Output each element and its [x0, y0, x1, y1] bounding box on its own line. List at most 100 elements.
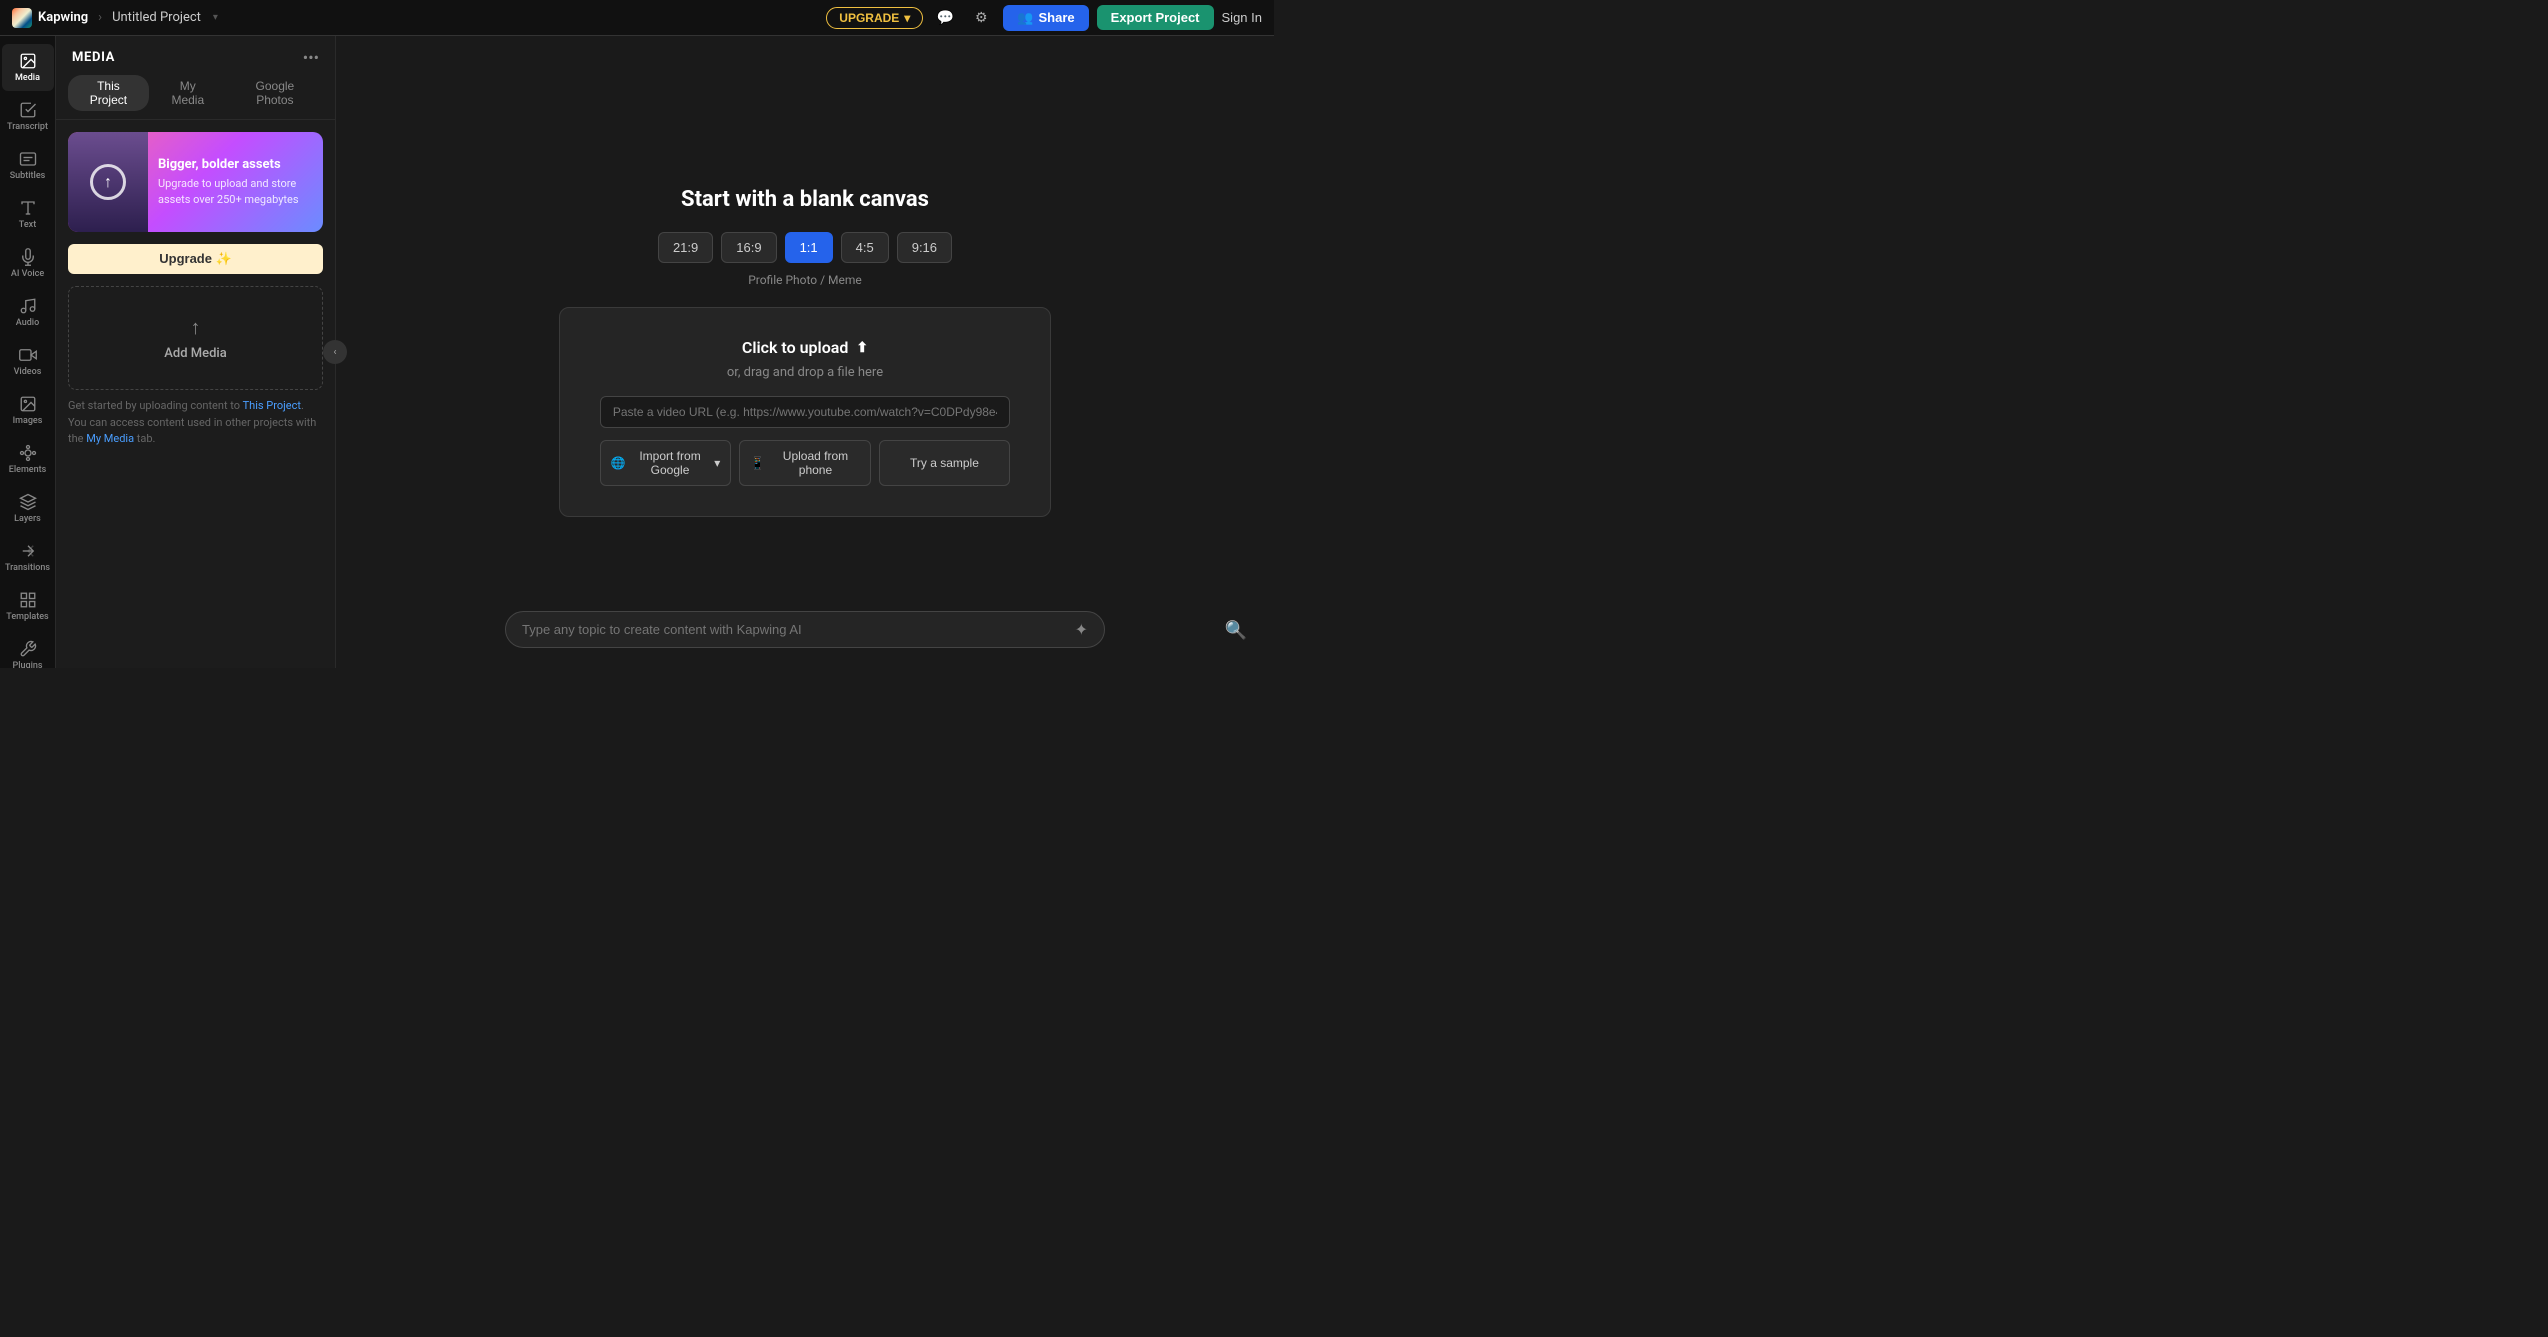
app-logo: Kapwing: [12, 8, 88, 28]
media-panel: MEDIA ••• This Project My Media Google P…: [56, 36, 336, 668]
ratio-btn-21-9[interactable]: 21:9: [658, 232, 713, 263]
sidebar: Media Transcript Subtitles Text AI Voice…: [0, 36, 56, 668]
sidebar-item-audio-label: Audio: [16, 318, 39, 328]
media-panel-menu-icon[interactable]: •••: [303, 48, 319, 67]
ratio-group-9-16: 9:16: [897, 232, 952, 263]
url-input[interactable]: [600, 396, 1010, 428]
sidebar-item-templates[interactable]: Templates: [2, 583, 54, 630]
sidebar-item-layers[interactable]: Layers: [2, 485, 54, 532]
media-panel-header: MEDIA •••: [56, 36, 335, 75]
signin-button[interactable]: Sign In: [1222, 10, 1262, 25]
signin-label: Sign In: [1222, 10, 1262, 25]
export-label: Export Project: [1111, 10, 1200, 25]
add-media-box[interactable]: ↑ Add Media: [68, 286, 323, 390]
canvas-area: Start with a blank canvas 21:9 16:9: [336, 36, 1274, 668]
sidebar-item-text-label: Text: [19, 220, 36, 230]
sidebar-item-elements[interactable]: Elements: [2, 436, 54, 483]
import-google-chevron-icon: ▾: [714, 456, 720, 470]
ratio-btn-16-9[interactable]: 16:9: [721, 232, 776, 263]
try-sample-button[interactable]: Try a sample: [879, 440, 1010, 486]
upload-box-title: Click to upload ⬆: [742, 338, 868, 357]
sidebar-item-media-label: Media: [15, 73, 40, 83]
media-help-text: Get started by uploading content to This…: [68, 398, 323, 448]
ratio-group-1-1: 1:1: [785, 232, 833, 263]
ratio-group-16-9: 16:9: [721, 232, 776, 263]
sidebar-item-elements-label: Elements: [9, 465, 47, 475]
sidebar-item-subtitles-label: Subtitles: [10, 171, 46, 181]
upload-action-row: 🌐 Import from Google ▾ 📱 Upload from pho…: [600, 440, 1010, 486]
project-chevron-icon: ▾: [213, 12, 218, 23]
sidebar-item-images[interactable]: Images: [2, 387, 54, 434]
sidebar-item-plugins[interactable]: Plugins: [2, 632, 54, 668]
export-button[interactable]: Export Project: [1097, 5, 1214, 30]
ratio-group-4-5: 4:5: [841, 232, 889, 263]
ai-sparkle-icon: ✦: [1075, 620, 1088, 639]
upgrade-banner-desc: Upgrade to upload and store assets over …: [158, 176, 313, 207]
sidebar-item-text[interactable]: Text: [2, 191, 54, 238]
sidebar-item-transcript-label: Transcript: [7, 122, 48, 132]
sidebar-item-videos-label: Videos: [14, 367, 42, 377]
ratio-btn-4-5[interactable]: 4:5: [841, 232, 889, 263]
sidebar-item-audio[interactable]: Audio: [2, 289, 54, 336]
phone-icon: 📱: [750, 456, 765, 470]
google-icon: 🌐: [611, 456, 626, 470]
aspect-ratio-row: 21:9 16:9 1:1: [658, 232, 952, 263]
blank-canvas-title: Start with a blank canvas: [681, 187, 929, 212]
share-icon-btn[interactable]: 💬: [931, 4, 959, 32]
sidebar-item-plugins-label: Plugins: [12, 661, 42, 668]
search-button[interactable]: 🔍: [1218, 612, 1254, 648]
upload-arrow-icon: ↑: [90, 164, 126, 200]
import-google-button[interactable]: 🌐 Import from Google ▾: [600, 440, 731, 486]
sidebar-item-transitions-label: Transitions: [5, 563, 50, 573]
ratio-btn-9-16[interactable]: 9:16: [897, 232, 952, 263]
breadcrumb-sep: ›: [98, 10, 102, 25]
project-name[interactable]: Untitled Project: [112, 10, 201, 25]
sidebar-item-media[interactable]: Media: [2, 44, 54, 91]
upgrade-btn-label: Upgrade ✨: [159, 251, 232, 267]
sidebar-item-images-label: Images: [13, 416, 43, 426]
upload-phone-button[interactable]: 📱 Upload from phone: [739, 440, 870, 486]
main-layout: Media Transcript Subtitles Text AI Voice…: [0, 36, 1274, 668]
media-tabs: This Project My Media Google Photos: [56, 75, 335, 120]
upgrade-banner: ↑ Bigger, bolder assets Upgrade to uploa…: [68, 132, 323, 232]
tab-my-media[interactable]: My Media: [153, 75, 223, 111]
sidebar-item-transitions[interactable]: Transitions: [2, 534, 54, 581]
sidebar-item-transcript[interactable]: Transcript: [2, 93, 54, 140]
upgrade-banner-image: ↑: [68, 132, 148, 232]
upgrade-label: UPGRADE: [839, 11, 899, 25]
upload-icon: ⬆: [856, 340, 868, 356]
logo-icon: [12, 8, 32, 28]
upload-box-sub: or, drag and drop a file here: [727, 365, 883, 380]
upgrade-button[interactable]: UPGRADE ▾: [826, 7, 923, 29]
ai-input-bar: ✦: [505, 611, 1105, 648]
app-name: Kapwing: [38, 10, 88, 25]
tab-this-project[interactable]: This Project: [68, 75, 149, 111]
upgrade-banner-content: Bigger, bolder assets Upgrade to upload …: [148, 132, 323, 232]
upgrade-btn[interactable]: Upgrade ✨: [68, 244, 323, 274]
share-people-icon: 👥: [1017, 10, 1033, 26]
sidebar-item-ai-voice[interactable]: AI Voice: [2, 240, 54, 287]
media-panel-title: MEDIA: [72, 50, 115, 65]
blank-canvas-section: Start with a blank canvas 21:9 16:9: [559, 187, 1051, 517]
tab-google-photos[interactable]: Google Photos: [227, 75, 323, 111]
ai-input[interactable]: [522, 622, 1065, 637]
panel-collapse-arrow[interactable]: ‹: [323, 340, 347, 364]
upgrade-banner-title: Bigger, bolder assets: [158, 157, 313, 172]
sidebar-item-ai-voice-label: AI Voice: [11, 269, 44, 279]
settings-icon-btn[interactable]: ⚙: [967, 4, 995, 32]
sidebar-item-templates-label: Templates: [6, 612, 48, 622]
sidebar-item-videos[interactable]: Videos: [2, 338, 54, 385]
ratio-group-21-9: 21:9: [658, 232, 713, 263]
share-button[interactable]: 👥 Share: [1003, 5, 1088, 31]
upload-box[interactable]: Click to upload ⬆ or, drag and drop a fi…: [559, 307, 1051, 517]
sidebar-item-subtitles[interactable]: Subtitles: [2, 142, 54, 189]
upgrade-arrow-icon: ▾: [904, 11, 910, 25]
ratio-btn-1-1[interactable]: 1:1: [785, 232, 833, 263]
share-label: Share: [1039, 10, 1075, 25]
add-media-label: Add Media: [164, 346, 226, 361]
search-icon: 🔍: [1225, 620, 1247, 641]
selected-ratio-label: Profile Photo / Meme: [748, 273, 862, 287]
topbar: Kapwing › Untitled Project ▾ UPGRADE ▾ 💬…: [0, 0, 1274, 36]
sidebar-item-layers-label: Layers: [14, 514, 41, 524]
add-media-icon: ↑: [191, 315, 201, 340]
